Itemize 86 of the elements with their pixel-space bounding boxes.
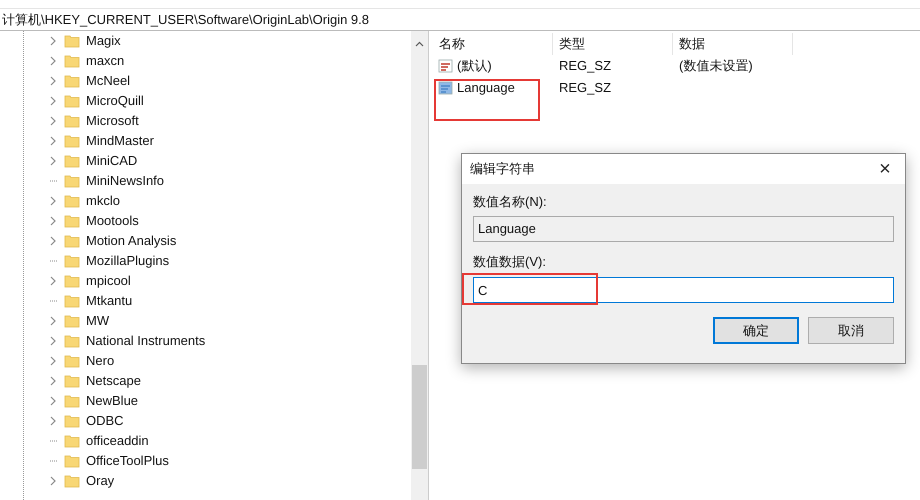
- folder-icon: [64, 233, 80, 249]
- chevron-right-icon[interactable]: [48, 396, 58, 406]
- folder-icon: [64, 73, 80, 89]
- chevron-right-icon[interactable]: [48, 156, 58, 166]
- column-header[interactable]: 名称: [433, 33, 553, 55]
- chevron-right-icon[interactable]: [48, 276, 58, 286]
- folder-icon: [64, 293, 80, 309]
- folder-icon: [64, 253, 80, 269]
- folder-icon: [64, 53, 80, 69]
- folder-icon: [64, 373, 80, 389]
- tree-item[interactable]: mpicool: [86, 271, 131, 291]
- folder-icon: [64, 353, 80, 369]
- chevron-right-icon[interactable]: [48, 116, 58, 126]
- folder-icon: [64, 113, 80, 129]
- chevron-right-icon[interactable]: [48, 336, 58, 346]
- data-field[interactable]: C: [473, 277, 894, 303]
- chevron-right-icon[interactable]: [48, 36, 58, 46]
- folder-icon: [64, 173, 80, 189]
- tree-item[interactable]: MiniCAD: [86, 151, 138, 171]
- tree-item[interactable]: MiniNewsInfo: [86, 171, 164, 191]
- tree-item[interactable]: Mtkantu: [86, 291, 132, 311]
- value-name[interactable]: (默认): [433, 56, 553, 76]
- chevron-right-icon[interactable]: [48, 96, 58, 106]
- tree-item[interactable]: Microsoft: [86, 111, 139, 131]
- tree-item[interactable]: OfficeToolPlus: [86, 451, 169, 471]
- folder-icon: [64, 473, 80, 489]
- tree-item[interactable]: NewBlue: [86, 391, 138, 411]
- tree-item[interactable]: officeaddin: [86, 431, 149, 451]
- close-button[interactable]: ×: [865, 154, 905, 184]
- dialog-button[interactable]: 取消: [808, 317, 894, 344]
- chevron-right-icon[interactable]: [48, 316, 58, 326]
- value-name[interactable]: Language: [433, 78, 553, 98]
- chevron-right-icon[interactable]: [48, 416, 58, 426]
- folder-icon: [64, 273, 80, 289]
- field-label: 数值数据(V):: [473, 252, 546, 271]
- folder-icon: [64, 453, 80, 469]
- chevron-right-icon[interactable]: [48, 216, 58, 226]
- tree-item[interactable]: Nero: [86, 351, 114, 371]
- chevron-right-icon[interactable]: [48, 356, 58, 366]
- tree-item[interactable]: McNeel: [86, 71, 130, 91]
- value-type: REG_SZ: [558, 57, 612, 76]
- folder-icon: [64, 33, 80, 49]
- chevron-right-icon[interactable]: [48, 476, 58, 486]
- column-header[interactable]: 数据: [673, 33, 793, 55]
- scrollbar[interactable]: [411, 31, 428, 500]
- chevron-right-icon[interactable]: [48, 76, 58, 86]
- folder-icon: [64, 133, 80, 149]
- column-header[interactable]: 类型: [553, 33, 673, 55]
- value-type: REG_SZ: [558, 79, 612, 98]
- tree-item[interactable]: Magix: [86, 31, 121, 51]
- dialog-button[interactable]: 确定: [713, 317, 799, 344]
- folder-icon: [64, 393, 80, 409]
- string-value-icon: [438, 80, 454, 96]
- value-data: (数值未设置): [678, 57, 753, 76]
- scrollbar-thumb[interactable]: [412, 365, 427, 469]
- field-label: 数值名称(N):: [473, 193, 548, 211]
- address-bar[interactable]: 计算机\HKEY_CURRENT_USER\Software\OriginLab\Origin 9.8: [0, 9, 920, 31]
- folder-icon: [64, 333, 80, 349]
- name-field[interactable]: Language: [473, 216, 894, 242]
- tree-item[interactable]: MW: [86, 311, 110, 331]
- chevron-right-icon[interactable]: [48, 136, 58, 146]
- tree-item[interactable]: National Instruments: [86, 331, 206, 351]
- folder-icon: [64, 313, 80, 329]
- folder-icon: [64, 433, 80, 449]
- dialog-title: 编辑字符串: [470, 160, 535, 178]
- tree-item[interactable]: Mootools: [86, 211, 139, 231]
- folder-icon: [64, 213, 80, 229]
- tree-item[interactable]: MicroQuill: [86, 91, 144, 111]
- chevron-right-icon[interactable]: [48, 56, 58, 66]
- tree-item[interactable]: ODBC: [86, 411, 124, 431]
- folder-icon: [64, 153, 80, 169]
- folder-icon: [64, 413, 80, 429]
- tree-item[interactable]: Motion Analysis: [86, 231, 176, 251]
- folder-icon: [64, 193, 80, 209]
- folder-icon: [64, 93, 80, 109]
- tree-item[interactable]: MozillaPlugins: [86, 251, 170, 271]
- tree-item[interactable]: mkclo: [86, 191, 120, 211]
- chevron-right-icon[interactable]: [48, 196, 58, 206]
- tree-item[interactable]: MindMaster: [86, 131, 154, 151]
- tree-item[interactable]: maxcn: [86, 51, 124, 71]
- tree-item[interactable]: Oray: [86, 471, 114, 491]
- string-value-icon: [438, 58, 454, 74]
- chevron-right-icon[interactable]: [48, 376, 58, 386]
- scroll-up-icon[interactable]: [415, 41, 424, 47]
- tree-item[interactable]: Netscape: [86, 371, 141, 391]
- chevron-right-icon[interactable]: [48, 236, 58, 246]
